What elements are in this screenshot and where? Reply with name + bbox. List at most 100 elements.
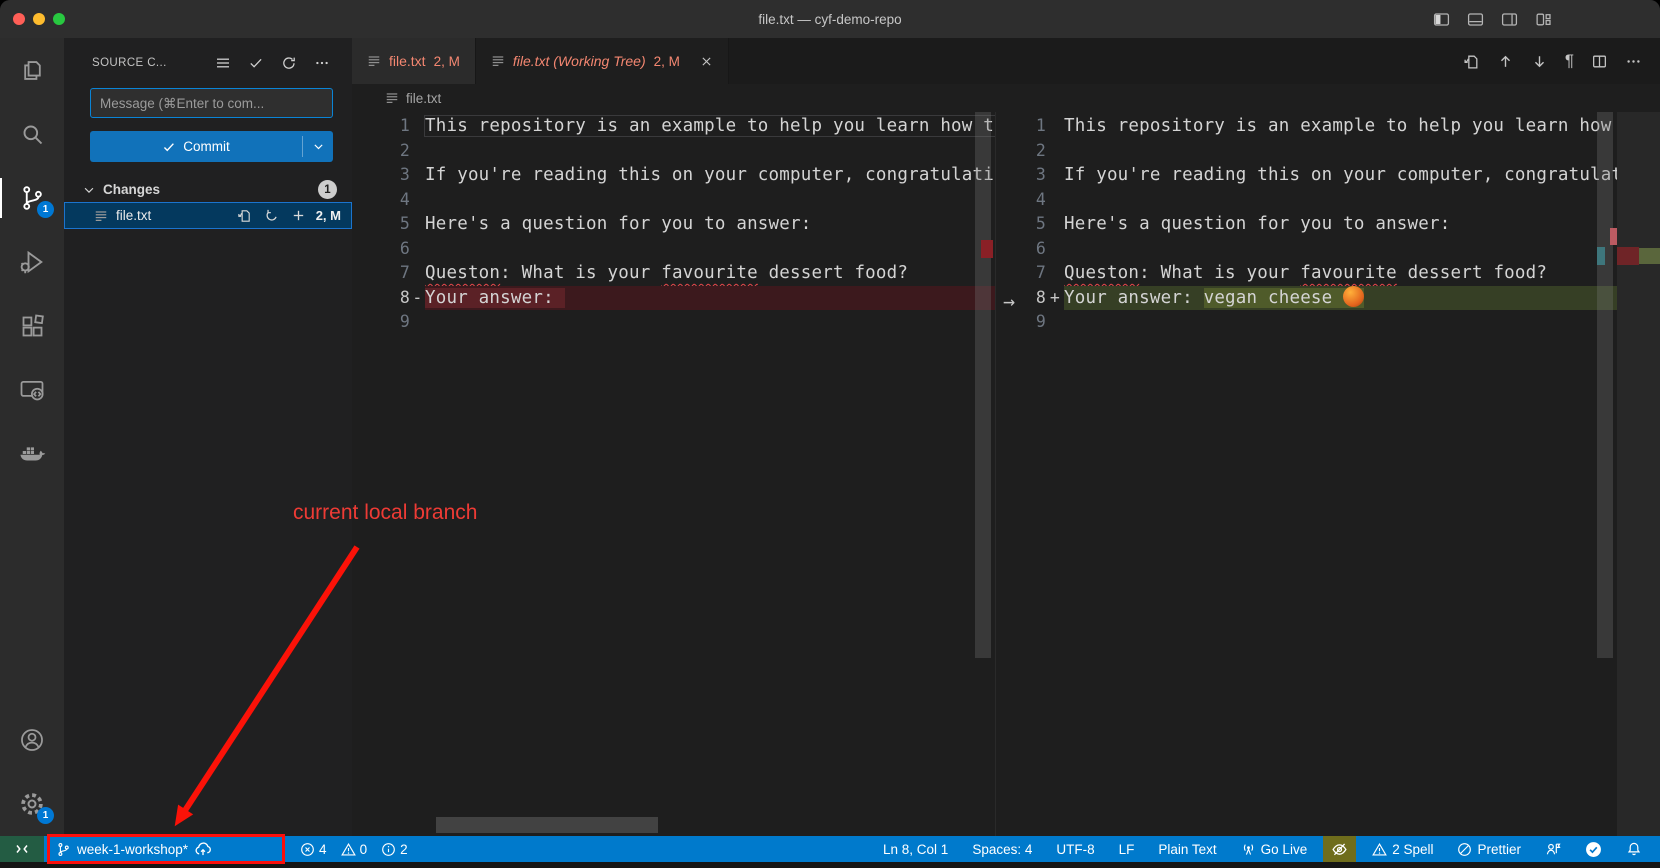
source-control-badge: 1 <box>37 201 54 218</box>
broadcast-icon <box>1241 842 1256 857</box>
next-change-icon[interactable] <box>1531 53 1548 70</box>
remote-icon <box>14 841 30 857</box>
diff-overview-ruler <box>1617 112 1660 836</box>
tab-problems-badge: 2, M <box>654 54 680 69</box>
tab-bar: file.txt 2, M file.txt (Working Tree) 2,… <box>352 38 1660 84</box>
info-count: 2 <box>400 842 408 857</box>
diff-original-pane[interactable]: 1This repository is an example to help y… <box>352 112 995 836</box>
source-control-sidebar: SOURCE C... Commit <box>64 38 352 836</box>
sidebar-item-source-control[interactable]: 1 <box>0 166 64 230</box>
customize-layout-icon[interactable] <box>1535 11 1552 28</box>
code-line: This repository is an example to help yo… <box>425 116 995 136</box>
extensions-icon <box>19 313 46 340</box>
close-icon[interactable] <box>700 55 713 68</box>
misspelled-word: favourite <box>661 263 758 283</box>
breadcrumb-item-file[interactable]: file.txt <box>406 91 441 106</box>
toggle-secondary-sidebar-icon[interactable] <box>1501 11 1518 28</box>
sidebar-item-accounts[interactable] <box>0 708 64 772</box>
inserted-text: vegan cheese 🤯 <box>1204 288 1365 308</box>
sidebar-item-search[interactable] <box>0 102 64 166</box>
exploding-head-emoji: 🤯 <box>1343 286 1364 307</box>
warning-icon <box>341 842 356 857</box>
changed-file-row[interactable]: file.txt 2, M <box>64 202 352 229</box>
notifications-item[interactable] <box>1618 836 1650 862</box>
problem-overview-marker <box>1610 228 1617 245</box>
eye-off-item[interactable] <box>1323 836 1356 862</box>
feedback-item[interactable] <box>1537 836 1569 862</box>
commit-button[interactable]: Commit <box>90 131 333 162</box>
more-actions-icon[interactable] <box>1625 53 1642 70</box>
file-icon <box>491 54 505 68</box>
remote-explorer-icon <box>18 376 46 404</box>
bell-icon <box>1626 841 1642 857</box>
file-icon <box>385 91 399 105</box>
split-editor-icon[interactable] <box>1591 53 1608 70</box>
commit-dropdown-button[interactable] <box>303 131 333 162</box>
code-line: Here's a question for you to answer: <box>425 214 812 234</box>
checkmark-item[interactable] <box>1577 836 1610 862</box>
tab-file-txt-working-tree[interactable]: file.txt (Working Tree) 2, M <box>476 38 729 84</box>
warning-icon <box>1372 842 1387 857</box>
open-changes-icon[interactable] <box>1463 53 1480 70</box>
maximize-window-button[interactable] <box>53 13 65 25</box>
encoding-item[interactable]: UTF-8 <box>1048 836 1102 862</box>
accounts-icon <box>18 726 46 754</box>
annotation-label: current local branch <box>293 501 477 525</box>
changed-file-name: file.txt <box>116 208 151 223</box>
problems-status-item[interactable]: 4 0 2 <box>292 836 416 862</box>
go-live-item[interactable]: Go Live <box>1233 836 1316 862</box>
right-vertical-scrollbar[interactable] <box>1597 112 1613 658</box>
discard-changes-icon[interactable] <box>264 208 279 223</box>
pilcrow-icon[interactable]: ¶ <box>1565 51 1574 71</box>
minimize-window-button[interactable] <box>33 13 45 25</box>
sidebar-item-docker[interactable] <box>0 422 64 486</box>
sidebar-item-extensions[interactable] <box>0 294 64 358</box>
cursor-position-item[interactable]: Ln 8, Col 1 <box>875 836 956 862</box>
previous-change-icon[interactable] <box>1497 53 1514 70</box>
view-as-list-icon[interactable] <box>215 55 231 71</box>
docker-icon <box>17 439 47 469</box>
window-title: file.txt — cyf-demo-repo <box>0 12 1660 27</box>
activity-bar: 1 1 <box>0 38 64 836</box>
spell-checker-item[interactable]: 2 Spell <box>1364 836 1441 862</box>
toggle-primary-sidebar-icon[interactable] <box>1433 11 1450 28</box>
eol-item[interactable]: LF <box>1111 836 1143 862</box>
added-line: 8+Your answer: vegan cheese 🤯 <box>996 286 1660 311</box>
commit-check-icon[interactable] <box>248 55 264 71</box>
misspelled-word: favourite <box>1300 263 1397 283</box>
file-status-badge: 2, M <box>316 208 341 223</box>
info-icon <box>381 842 396 857</box>
diff-modified-pane[interactable]: 1This repository is an example to help y… <box>995 112 1660 836</box>
toggle-panel-icon[interactable] <box>1467 11 1484 28</box>
language-mode-item[interactable]: Plain Text <box>1150 836 1224 862</box>
changes-section-header[interactable]: Changes 1 <box>64 177 352 202</box>
tab-file-txt[interactable]: file.txt 2, M <box>352 38 476 84</box>
sidebar-item-remote-explorer[interactable] <box>0 358 64 422</box>
feedback-icon <box>1545 841 1561 857</box>
deleted-text: Your answer: <box>425 288 565 308</box>
more-actions-icon[interactable] <box>314 55 330 71</box>
commit-message-input[interactable] <box>90 88 333 118</box>
explorer-icon <box>19 57 46 84</box>
sidebar-item-settings[interactable]: 1 <box>0 772 64 836</box>
deleted-line: 8-Your answer: <box>352 286 995 311</box>
remote-indicator[interactable] <box>0 836 44 862</box>
prettier-item[interactable]: Prettier <box>1449 836 1529 862</box>
left-vertical-scrollbar[interactable] <box>975 112 991 658</box>
sidebar-item-run-debug[interactable] <box>0 230 64 294</box>
cursor-overview-marker <box>1597 247 1605 265</box>
tab-label: file.txt (Working Tree) <box>513 53 646 69</box>
open-file-icon[interactable] <box>237 208 252 223</box>
stage-changes-icon[interactable] <box>291 208 306 223</box>
changes-label: Changes <box>103 182 160 197</box>
indentation-item[interactable]: Spaces: 4 <box>964 836 1040 862</box>
refresh-icon[interactable] <box>281 55 297 71</box>
breadcrumb: file.txt <box>352 84 1660 112</box>
diff-editor: 1This repository is an example to help y… <box>352 112 1660 836</box>
horizontal-scrollbar[interactable] <box>436 817 658 833</box>
chevron-down-icon <box>312 140 325 153</box>
deleted-line-overview-marker <box>981 240 993 258</box>
titlebar: file.txt — cyf-demo-repo <box>0 0 1660 38</box>
sidebar-item-explorer[interactable] <box>0 38 64 102</box>
close-window-button[interactable] <box>13 13 25 25</box>
